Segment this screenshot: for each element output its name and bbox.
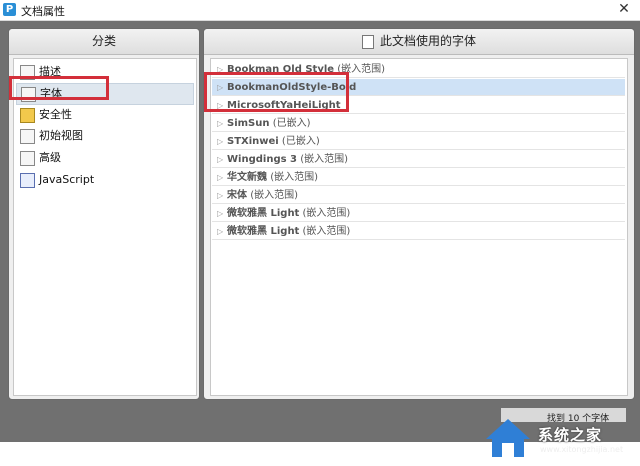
font-note: (嵌入范围) — [302, 208, 351, 219]
fonts-header-label: 此文档使用的字体 — [379, 34, 476, 48]
expand-arrow-icon[interactable]: ▷ — [217, 133, 223, 150]
watermark: 系统之家 www.xitongzhijia.net — [480, 413, 640, 463]
view-icon — [20, 128, 35, 144]
nav-item-label: 初始视图 — [39, 129, 83, 142]
font-note: (嵌入范围) — [270, 172, 318, 183]
nav-item-security[interactable]: 安全性 — [16, 105, 192, 125]
font-row[interactable]: ▷ 宋体 (嵌入范围) — [212, 187, 625, 204]
font-row[interactable]: ▷ 微软雅黑 Light (嵌入范围) — [212, 223, 625, 240]
app-icon: P — [3, 3, 16, 16]
font-name: STXinwei — [227, 136, 279, 147]
font-name: 华文新魏 — [227, 172, 267, 183]
category-list: 描述 字体 安全性 初始视图 高级 JavaScript — [13, 58, 197, 396]
nav-item-label: 安全性 — [39, 108, 72, 121]
fonts-header: 此文档使用的字体 — [204, 29, 634, 55]
expand-arrow-icon[interactable]: ▷ — [217, 151, 223, 168]
nav-item-advanced[interactable]: 高级 — [16, 148, 192, 168]
window-title: 文档属性 — [21, 5, 65, 18]
javascript-icon — [20, 172, 35, 188]
font-note: (已嵌入) — [272, 118, 311, 129]
font-name: Wingdings 3 — [227, 154, 297, 165]
expand-arrow-icon[interactable]: ▷ — [217, 223, 223, 240]
font-note: (嵌入范围) — [300, 154, 348, 165]
close-button[interactable]: ✕ — [616, 1, 632, 17]
nav-item-label: JavaScript — [39, 173, 95, 186]
advanced-icon — [20, 150, 35, 166]
house-logo-icon — [486, 419, 530, 457]
font-name: 微软雅黑 Light — [227, 208, 300, 219]
nav-item-initial-view[interactable]: 初始视图 — [16, 126, 192, 146]
font-note: (嵌入范围) — [302, 226, 351, 237]
font-row[interactable]: ▷ 华文新魏 (嵌入范围) — [212, 169, 625, 186]
font-note: (嵌入范围) — [250, 190, 298, 201]
highlight-box-fonts — [9, 76, 109, 100]
watermark-url: www.xitongzhijia.net — [540, 445, 624, 454]
font-name: SimSun — [227, 118, 270, 129]
document-icon — [361, 34, 374, 49]
expand-arrow-icon[interactable]: ▷ — [217, 187, 223, 204]
expand-arrow-icon[interactable]: ▷ — [217, 115, 223, 132]
dialog-body: 分类 描述 字体 安全性 初始视图 高级 JavaScript 此文档使用的字体… — [0, 21, 640, 457]
title-bar: P 文档属性 ✕ — [0, 0, 640, 21]
highlight-box-fonts-list — [204, 72, 349, 112]
expand-arrow-icon[interactable]: ▷ — [217, 205, 223, 222]
font-note: (已嵌入) — [281, 136, 320, 147]
font-name: 微软雅黑 Light — [227, 226, 300, 237]
nav-item-javascript[interactable]: JavaScript — [16, 170, 192, 190]
font-name: 宋体 — [227, 190, 247, 201]
font-row[interactable]: ▷ SimSun (已嵌入) — [212, 115, 625, 132]
category-header: 分类 — [9, 29, 199, 55]
font-row[interactable]: ▷ Wingdings 3 (嵌入范围) — [212, 151, 625, 168]
lock-icon — [20, 107, 35, 123]
expand-arrow-icon[interactable]: ▷ — [217, 169, 223, 186]
font-row[interactable]: ▷ 微软雅黑 Light (嵌入范围) — [212, 205, 625, 222]
font-row[interactable]: ▷ STXinwei (已嵌入) — [212, 133, 625, 150]
nav-item-label: 高级 — [39, 151, 61, 164]
